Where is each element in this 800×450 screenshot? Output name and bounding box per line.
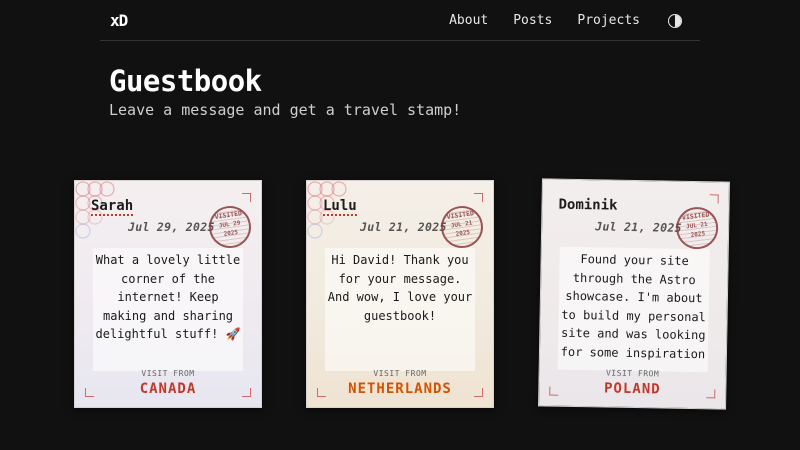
frame-corner: [709, 194, 719, 204]
visited-stamp: VISITED JUL 29 2025: [206, 203, 254, 251]
nav-links: About Posts Projects: [424, 13, 682, 28]
page-subtitle: Leave a message and get a travel stamp!: [109, 101, 462, 119]
guest-name: Lulu: [323, 198, 357, 216]
visit-from-label: VISIT FROM: [373, 369, 427, 378]
guestbook-card: Lulu Jul 21, 2025 VISITED JUL 21 2025 Hi…: [306, 180, 494, 408]
nav-link-posts[interactable]: Posts: [513, 13, 552, 28]
guest-message: What a lovely little corner of the inter…: [93, 248, 243, 371]
entry-date: Jul 21, 2025: [595, 219, 682, 235]
visit-from-label: VISIT FROM: [605, 368, 660, 379]
nav-link-about[interactable]: About: [449, 13, 488, 28]
guest-message: Hi David! Thank you for your message. An…: [325, 248, 475, 371]
frame-corner: [242, 193, 251, 202]
entry-date: Jul 29, 2025: [128, 220, 215, 234]
page-title: Guestbook: [109, 64, 262, 98]
nav-link-projects[interactable]: Projects: [577, 13, 640, 28]
site-logo[interactable]: xD: [110, 11, 128, 30]
country-name: CANADA: [139, 381, 197, 397]
top-nav: xD About Posts Projects: [100, 0, 700, 41]
country-name: POLAND: [603, 380, 661, 398]
frame-corner: [474, 193, 483, 202]
country-name: NETHERLANDS: [348, 381, 452, 397]
guest-message: Found your site through the Astro showca…: [557, 246, 710, 373]
guest-name: Dominik: [558, 196, 618, 214]
guestbook-card: Dominik Jul 21, 2025 VISITED JUL 21 2025…: [538, 178, 730, 410]
entry-date: Jul 21, 2025: [360, 220, 447, 234]
visit-from-label: VISIT FROM: [141, 369, 195, 378]
visited-stamp: VISITED JUL 21 2025: [673, 204, 721, 252]
contrast-icon[interactable]: [668, 14, 682, 28]
guest-name: Sarah: [91, 198, 134, 216]
visited-stamp: VISITED JUL 21 2025: [438, 203, 486, 251]
guestbook-card: Sarah Jul 29, 2025 VISITED JUL 29 2025 W…: [74, 180, 262, 408]
